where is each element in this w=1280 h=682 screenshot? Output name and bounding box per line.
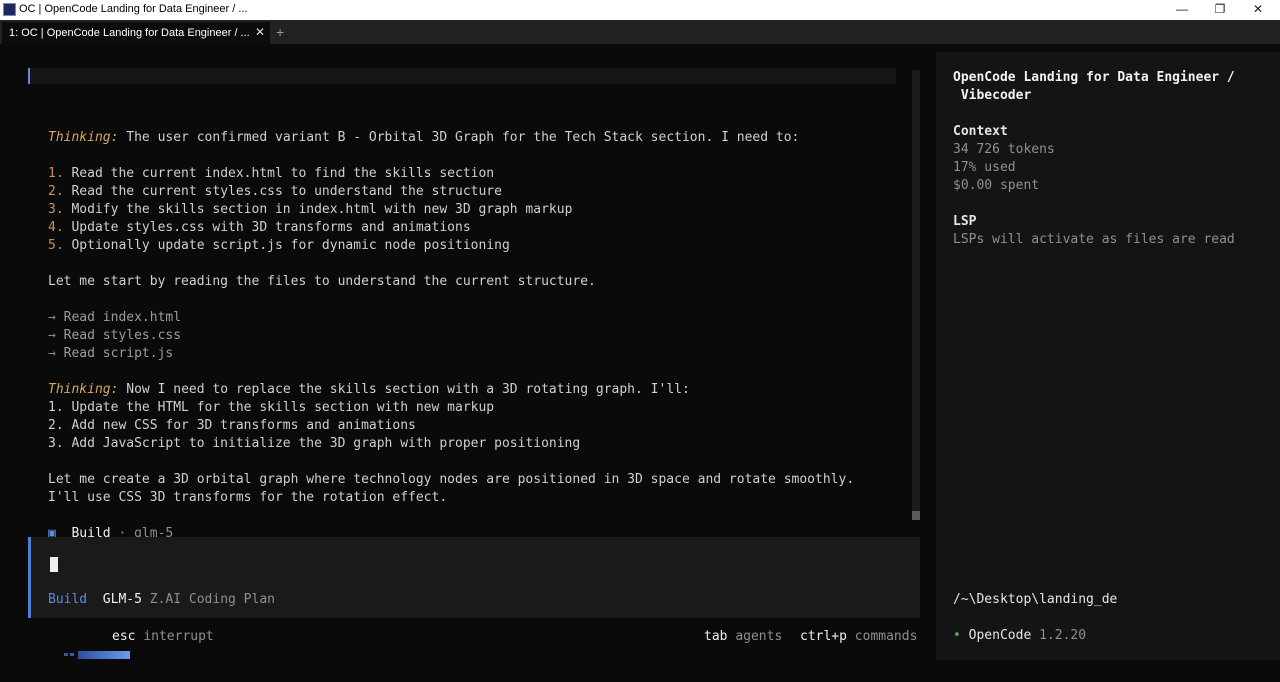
terminal-area: Thinking: The user confirmed variant B -… [0, 44, 1280, 666]
sidebar: OpenCode Landing for Data Engineer / Vib… [936, 52, 1280, 660]
session-title-cont: Vibecoder [953, 88, 1032, 103]
maximize-icon[interactable]: ❐ [1202, 0, 1238, 20]
tab-label: 1: OC | OpenCode Landing for Data Engine… [9, 27, 250, 39]
list-text: Update styles.css with 3D transforms and… [63, 220, 471, 235]
arrow-right-icon: → [48, 346, 56, 361]
commands-hint: ctrl+p commands [800, 628, 917, 646]
esc-hint: esc interrupt [112, 628, 214, 646]
list-text: Modify the skills section in index.html … [63, 202, 573, 217]
context-heading: Context [953, 124, 1008, 139]
close-icon[interactable]: ✕ [1240, 0, 1276, 20]
thinking-text: The user confirmed variant B - Orbital 3… [118, 130, 800, 145]
model-label[interactable]: GLM-5 [103, 592, 142, 607]
message-header-bar [28, 68, 896, 84]
status-dot-icon: • [953, 628, 961, 643]
list-number: 3. [48, 202, 64, 217]
prompt-mode-line: Build GLM-5 Z.AI Coding Plan [48, 591, 275, 609]
lsp-status: LSPs will activate as files are read [953, 232, 1235, 247]
key-ctrl-p: ctrl+p [800, 629, 847, 644]
thinking-label: Thinking: [48, 382, 119, 397]
esc-action: interrupt [143, 629, 214, 644]
text-cursor [50, 557, 58, 572]
thinking-block-1: Thinking: The user confirmed variant B -… [48, 129, 799, 147]
arrow-right-icon: → [48, 328, 56, 343]
token-count: 34 726 tokens [953, 142, 1055, 157]
key-esc: esc [112, 629, 136, 644]
list-item: 1. Update the HTML for the skills sectio… [48, 400, 495, 415]
tab-action: agents [735, 629, 783, 644]
mode-label[interactable]: Build [48, 592, 87, 607]
tab-terminal[interactable]: 1: OC | OpenCode Landing for Data Engine… [2, 22, 270, 44]
list-text: Optionally update script.js for dynamic … [63, 238, 510, 253]
usage-percent: 17% used [953, 160, 1016, 175]
list-item: 2. Add new CSS for 3D transforms and ani… [48, 418, 416, 433]
paragraph: I'll use CSS 3D transforms for the rotat… [48, 490, 448, 505]
list-text: Read the current styles.css to understan… [63, 184, 502, 199]
new-tab-icon[interactable]: + [276, 24, 284, 40]
arrow-right-icon: → [48, 310, 56, 325]
tab-close-icon[interactable]: ✕ [255, 25, 265, 39]
thinking-block-2: Thinking: Now I need to replace the skil… [48, 381, 690, 399]
window-title: OC | OpenCode Landing for Data Engineer … [19, 3, 248, 15]
ctrlp-action: commands [854, 629, 918, 644]
provider-label: Z.AI Coding Plan [149, 592, 275, 607]
scrollbar-thumb[interactable] [912, 511, 920, 520]
list-item: 1. Read the current index.html to find t… [48, 165, 494, 183]
list-item: 4. Update styles.css with 3D transforms … [48, 219, 471, 237]
thinking-label: Thinking: [48, 130, 119, 145]
list-text: Read the current index.html to find the … [63, 166, 495, 181]
app-name: OpenCode [968, 628, 1032, 643]
list-number: 1. [48, 166, 64, 181]
paragraph: Let me start by reading the files to und… [48, 274, 596, 289]
tool-call-label: Read script.js [55, 346, 174, 361]
scrollbar[interactable] [912, 70, 920, 520]
cost-spent: $0.00 spent [953, 178, 1040, 193]
tool-call-label: Read index.html [55, 310, 182, 325]
tool-call-read[interactable]: → Read styles.css [48, 327, 181, 345]
tool-call-read[interactable]: → Read index.html [48, 309, 181, 327]
tab-bar: 1: OC | OpenCode Landing for Data Engine… [0, 20, 1280, 44]
list-item: 2. Read the current styles.css to unders… [48, 183, 502, 201]
working-directory: /~\Desktop\landing_de [953, 592, 1118, 607]
app-icon [3, 3, 16, 16]
list-item: 3. Modify the skills section in index.ht… [48, 201, 572, 219]
tool-call-read[interactable]: → Read script.js [48, 345, 173, 363]
thinking-text: Now I need to replace the skills section… [118, 382, 690, 397]
paragraph: Let me create a 3D orbital graph where t… [48, 472, 855, 487]
version-number: 1.2.20 [1039, 628, 1087, 643]
key-tab: tab [704, 629, 728, 644]
app-version: • OpenCode 1.2.20 [953, 627, 1086, 645]
tab-hint: tab agents [704, 628, 782, 646]
session-title: OpenCode Landing for Data Engineer / [953, 70, 1235, 85]
tool-call-label: Read styles.css [55, 328, 182, 343]
window-titlebar: OC | OpenCode Landing for Data Engineer … [0, 0, 1280, 20]
list-item: 5. Optionally update script.js for dynam… [48, 237, 510, 255]
list-number: 5. [48, 238, 64, 253]
list-number: 2. [48, 184, 64, 199]
list-item: 3. Add JavaScript to initialize the 3D g… [48, 436, 581, 451]
list-number: 4. [48, 220, 64, 235]
prompt-input[interactable]: Build GLM-5 Z.AI Coding Plan [28, 537, 920, 618]
lsp-heading: LSP [953, 214, 977, 229]
minimize-icon[interactable]: — [1164, 0, 1200, 20]
